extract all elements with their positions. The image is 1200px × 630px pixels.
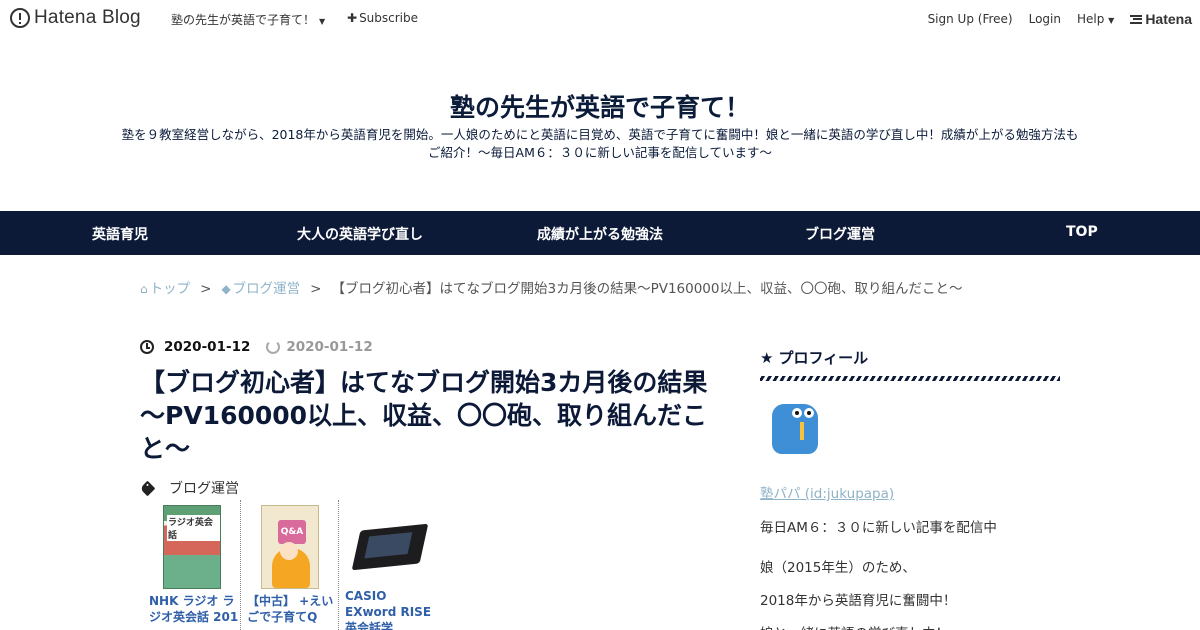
product-item[interactable]: ラジオ英会話 NHK ラジオ ラジオ英会話 201 — [143, 500, 241, 630]
profile-user-link[interactable]: 塾パパ (id:jukupapa) — [760, 482, 894, 502]
breadcrumb: ⌂ トップ > ◆ ブログ運営 > 【ブログ初心者】はてなブログ開始3カ月後の結果～PV16… — [140, 277, 962, 297]
subscribe-label: Subscribe — [359, 11, 419, 25]
home-icon: ⌂ — [140, 282, 148, 296]
breadcrumb-home[interactable]: トップ — [150, 281, 191, 297]
tag-icon: ◆ — [221, 282, 231, 296]
chevron-down-icon: ▼ — [319, 17, 326, 26]
login-link[interactable]: Login — [1029, 12, 1061, 26]
nav-item-study-methods[interactable]: 成績が上がる勉強法 — [537, 224, 663, 244]
hatena-blog-brand: Hatena Blog — [34, 7, 141, 28]
blog-description-line1: 塾を９教室経営しながら、2018年から英語育児を開始。一人娘のためにと英語に目覚… — [121, 127, 1079, 142]
topbar-right-links: Sign Up (Free) Login Help ▼ Hatena — [928, 11, 1192, 27]
chevron-down-icon: ▼ — [1108, 16, 1115, 25]
hatena-logo-icon — [1130, 14, 1143, 24]
nav-item-english-parenting[interactable]: 英語育児 — [92, 224, 148, 244]
avatar-pupil — [795, 411, 799, 415]
blog-description: 塾を９教室経営しながら、2018年から英語育児を開始。一人娘のためにと英語に目覚… — [100, 126, 1100, 162]
help-label: Help — [1076, 12, 1105, 26]
signup-link[interactable]: Sign Up (Free) — [928, 12, 1013, 26]
product-cover-text: Q&A — [278, 520, 306, 544]
product-title[interactable]: CASIO EXword RISE 英会話学 — [345, 588, 435, 630]
product-image[interactable]: Q&A — [261, 505, 319, 589]
product-cover-text: ラジオ英会話 — [167, 515, 220, 541]
profile-text: 毎日AM６：３０に新しい記事を配信中 — [760, 520, 997, 536]
entry-dates: 2020-01-12 2020-01-12 — [140, 339, 373, 355]
hatena-blog-logo-icon — [10, 8, 30, 28]
nav-item-top[interactable]: TOP — [1066, 224, 1098, 240]
profile-heading: ★ プロフィール — [760, 347, 868, 368]
star-icon: ★ — [760, 348, 774, 367]
blog-description-line2: ご紹介！～毎日AM６：３０に新しい記事を配信しています～ — [428, 145, 772, 160]
blog-name-menu[interactable]: 塾の先生が英語で子育て！ ▼ — [171, 11, 325, 28]
profile-text: 2018年から英語育児に奮闘中！ — [760, 593, 957, 609]
hatena-logo[interactable]: Hatena — [1130, 11, 1192, 27]
product-item[interactable]: CASIO EXword RISE 英会話学 — [339, 500, 439, 630]
clock-icon — [140, 340, 154, 354]
breadcrumb-separator: > — [200, 281, 212, 297]
product-list: ラジオ英会話 NHK ラジオ ラジオ英会話 201 Q&A 【中古】 +えいごで… — [143, 500, 439, 630]
hatena-top-bar: Hatena Blog 塾の先生が英語で子育て！ ▼ ✚ Subscribe Sig… — [0, 0, 1200, 36]
plus-icon: ✚ — [347, 11, 358, 25]
product-image[interactable]: ラジオ英会話 — [163, 505, 221, 589]
date-published[interactable]: 2020-01-12 — [164, 339, 250, 355]
hatena-logo-label: Hatena — [1145, 11, 1192, 27]
date-updated: 2020-01-12 — [286, 339, 373, 355]
nav-item-adult-relearning[interactable]: 大人の英語学び直し — [297, 224, 423, 244]
breadcrumb-current: 【ブログ初心者】はてなブログ開始3カ月後の結果～PV160000以上、収益、〇〇… — [331, 281, 963, 297]
entry-title[interactable]: 【ブログ初心者】はてなブログ開始3カ月後の結果～PV160000以上、収益、〇〇… — [140, 366, 720, 465]
avatar-tie — [800, 422, 804, 440]
profile-text: 娘と一緒に英語の学び直し中！ — [760, 622, 949, 630]
hatena-blog-logo[interactable]: Hatena Blog — [10, 7, 141, 29]
refresh-icon — [266, 340, 281, 354]
subscribe-button[interactable]: ✚ Subscribe — [347, 11, 418, 25]
illustration — [280, 542, 298, 560]
blog-title[interactable]: 塾の先生が英語で子育て！ — [0, 88, 1200, 124]
product-title[interactable]: NHK ラジオ ラジオ英会話 201 — [149, 593, 239, 625]
product-item[interactable]: Q&A 【中古】 +えいごで子育てQ — [241, 500, 339, 630]
profile-heading-label: プロフィール — [778, 349, 869, 367]
entry-categories: ブログ運営 — [139, 478, 239, 498]
avatar-pupil — [807, 411, 811, 415]
global-nav: 英語育児 大人の英語学び直し 成績が上がる勉強法 ブログ運営 TOP — [0, 211, 1200, 255]
product-image[interactable] — [351, 523, 429, 571]
tag-icon — [139, 480, 156, 496]
entry-category[interactable]: ブログ運営 — [169, 478, 239, 498]
nav-item-blog-management[interactable]: ブログ運営 — [805, 224, 875, 244]
avatar[interactable] — [764, 398, 826, 458]
blog-name-label: 塾の先生が英語で子育て！ — [171, 13, 316, 27]
product-title[interactable]: 【中古】 +えいごで子育てQ — [247, 593, 337, 625]
breadcrumb-separator: > — [310, 281, 322, 297]
profile-divider — [760, 376, 1060, 381]
profile-text: 娘（2015年生）のため、 — [760, 560, 916, 576]
breadcrumb-category[interactable]: ブログ運営 — [233, 281, 301, 297]
help-menu[interactable]: Help ▼ — [1077, 12, 1114, 26]
